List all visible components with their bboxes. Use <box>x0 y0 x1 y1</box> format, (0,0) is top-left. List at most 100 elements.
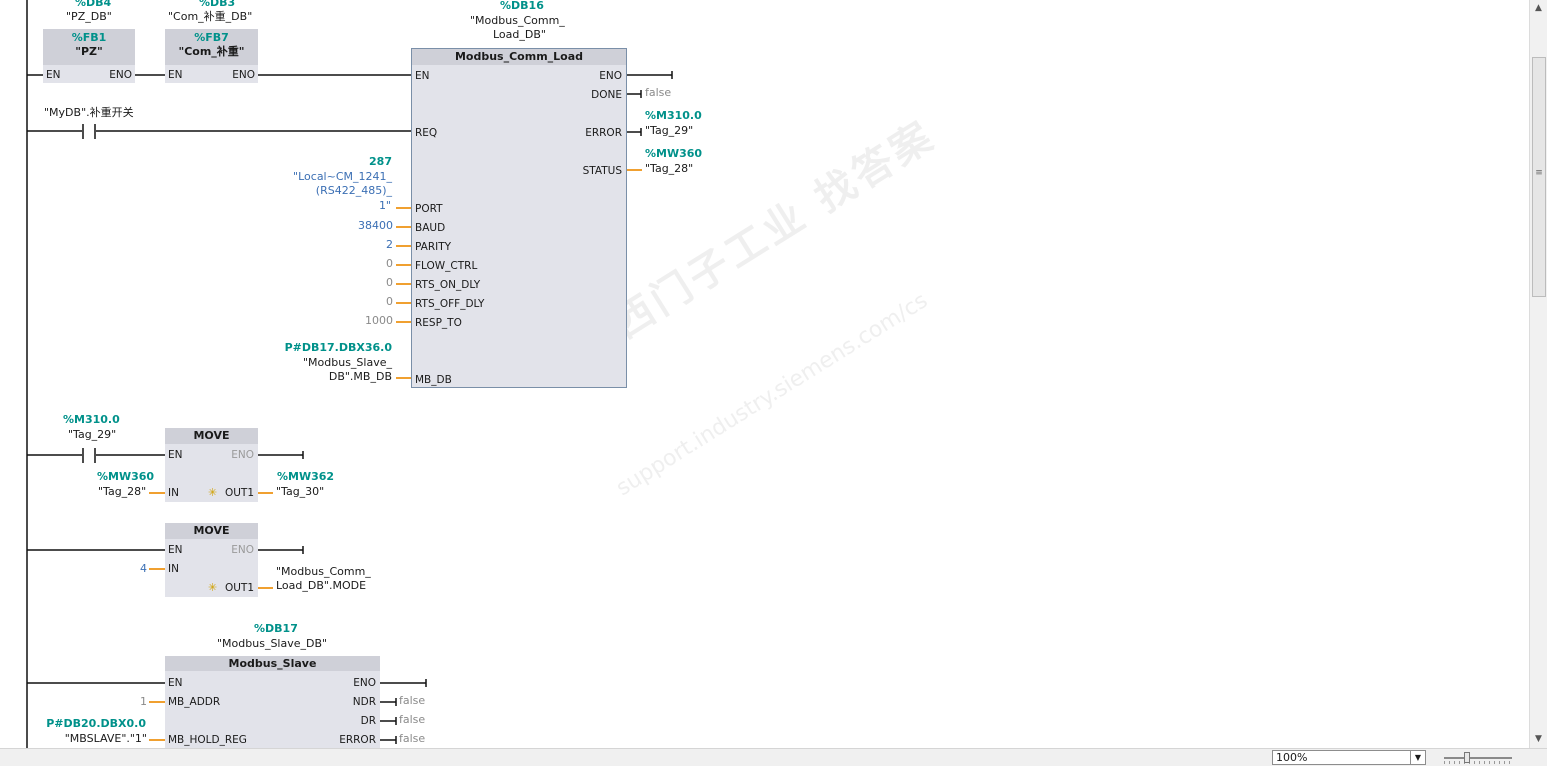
move-eno-pin: ENO <box>231 449 254 461</box>
move2-title: MOVE <box>165 523 258 539</box>
resp-to-value[interactable]: 1000 <box>365 314 393 327</box>
pin-mb-db: MB_DB <box>415 374 452 386</box>
pin-en: EN <box>415 70 430 82</box>
error-addr[interactable]: %M310.0 <box>645 109 702 122</box>
zoom-slider-handle[interactable] <box>1464 752 1470 763</box>
pin-rts-on-dly: RTS_ON_DLY <box>415 279 481 291</box>
scroll-down-icon[interactable]: ▼ <box>1530 731 1547 748</box>
fb1-block[interactable]: %FB1 "PZ" EN ENO <box>43 29 135 83</box>
scrollbar-thumb[interactable]: ≡ <box>1532 57 1546 297</box>
move2-in-value[interactable]: 4 <box>140 562 147 575</box>
slave-pin-mb-addr: MB_ADDR <box>168 696 221 708</box>
port-name-1[interactable]: "Local~CM_1241_ <box>293 170 392 183</box>
load-db-name-1: "Modbus_Comm_ <box>470 14 565 27</box>
slave-db-addr: %DB17 <box>254 622 298 635</box>
move-title: MOVE <box>165 428 258 444</box>
fb1-db-addr: %DB4 <box>75 0 112 9</box>
scroll-up-icon[interactable]: ▲ <box>1530 0 1547 17</box>
zoom-value: 100% <box>1276 751 1308 764</box>
ladder-diagram <box>26 0 673 748</box>
rts-on-value[interactable]: 0 <box>386 276 393 289</box>
fb1-name: "PZ" <box>75 45 103 58</box>
move2-en-pin: EN <box>168 544 183 556</box>
fb1-eno-pin: ENO <box>109 69 132 81</box>
mb-db-addr[interactable]: P#DB17.DBX36.0 <box>285 341 392 354</box>
port-value[interactable]: 287 <box>369 155 392 168</box>
fb7-en-pin: EN <box>168 69 183 81</box>
zoom-slider-track <box>1444 757 1512 759</box>
fb7-eno-pin: ENO <box>232 69 255 81</box>
zoom-slider-ticks <box>1444 761 1512 764</box>
pin-port: PORT <box>415 203 443 215</box>
fb7-db-addr: %DB3 <box>199 0 236 9</box>
move2-eno-pin: ENO <box>231 544 254 556</box>
mb-db-name-2[interactable]: DB".MB_DB <box>329 370 392 383</box>
fb7-addr: %FB7 <box>194 31 229 44</box>
pin-rts-off-dly: RTS_OFF_DLY <box>415 298 485 310</box>
move-in-tag[interactable]: "Tag_28" <box>98 485 146 498</box>
slave-db-name: "Modbus_Slave_DB" <box>217 637 328 650</box>
mb-db-name-1[interactable]: "Modbus_Slave_ <box>303 356 392 369</box>
move-en-pin: EN <box>168 449 183 461</box>
fb7-block[interactable]: %FB7 "Com_补重" EN ENO <box>165 29 258 83</box>
load-db-addr: %DB16 <box>500 0 544 12</box>
pin-baud: BAUD <box>415 222 446 234</box>
error-tag[interactable]: "Tag_29" <box>645 124 693 137</box>
zoom-select[interactable]: 100% ▼ <box>1272 750 1426 765</box>
slave-pin-dr: DR <box>360 715 376 727</box>
load-db-name-2: Load_DB" <box>493 28 546 41</box>
pin-eno: ENO <box>599 70 622 82</box>
status-addr[interactable]: %MW360 <box>645 147 702 160</box>
done-value: false <box>645 86 672 99</box>
modbus-slave-block[interactable]: Modbus_Slave EN MB_ADDR MB_HOLD_REG ENO … <box>165 656 380 748</box>
move-block-1[interactable]: MOVE EN ENO IN ✳ OUT1 <box>165 428 258 502</box>
move-in-addr[interactable]: %MW360 <box>97 470 154 483</box>
fb1-db-name: "PZ_DB" <box>66 10 112 23</box>
slave-pin-error: ERROR <box>339 734 376 746</box>
move-in-pin: IN <box>168 487 179 499</box>
slave-pin-mb-hold-reg: MB_HOLD_REG <box>168 734 247 746</box>
move-out-pin: OUT1 <box>224 487 254 499</box>
pin-error: ERROR <box>585 127 622 139</box>
slave-pin-ndr: NDR <box>352 696 376 708</box>
sparkle-icon: ✳ <box>208 581 218 594</box>
move-block-2[interactable]: MOVE EN ENO IN ✳ OUT1 <box>165 523 258 597</box>
grip-icon: ≡ <box>1535 168 1543 178</box>
modbus-comm-load-block[interactable]: Modbus_Comm_Load EN REQ PORT BAUD PARITY… <box>411 48 627 388</box>
sparkle-icon: ✳ <box>208 486 218 499</box>
pin-done: DONE <box>591 89 622 101</box>
move2-out-tag-2[interactable]: Load_DB".MODE <box>276 579 366 592</box>
slave-addr-value[interactable]: 1 <box>140 695 147 708</box>
pin-flow-ctrl: FLOW_CTRL <box>415 260 478 272</box>
chevron-down-icon[interactable]: ▼ <box>1410 751 1425 764</box>
slave-pin-en: EN <box>168 677 183 689</box>
slave-hold-addr[interactable]: P#DB20.DBX0.0 <box>46 717 146 730</box>
net2-contact-addr: %M310.0 <box>63 413 120 426</box>
port-name-3[interactable]: 1" <box>379 199 391 212</box>
move2-out-tag-1[interactable]: "Modbus_Comm_ <box>276 565 371 578</box>
slave-pin-eno: ENO <box>353 677 376 689</box>
fb7-db-name: "Com_补重_DB" <box>168 10 253 23</box>
parity-value[interactable]: 2 <box>386 238 393 251</box>
move-out-addr[interactable]: %MW362 <box>277 470 334 483</box>
pin-status: STATUS <box>582 165 622 177</box>
vertical-scrollbar[interactable]: ▲ ≡ ▼ <box>1529 0 1547 748</box>
move-out-tag[interactable]: "Tag_30" <box>276 485 324 498</box>
pin-parity: PARITY <box>415 241 452 253</box>
pin-req: REQ <box>415 127 438 139</box>
zoom-slider[interactable] <box>1444 751 1512 765</box>
status-tag[interactable]: "Tag_28" <box>645 162 693 175</box>
fb1-addr: %FB1 <box>71 31 107 44</box>
net2-contact-tag: "Tag_29" <box>68 428 117 441</box>
pin-resp-to: RESP_TO <box>415 317 462 329</box>
slave-error-value: false <box>399 732 426 745</box>
baud-value[interactable]: 38400 <box>358 219 393 232</box>
flow-ctrl-value[interactable]: 0 <box>386 257 393 270</box>
move2-in-pin: IN <box>168 563 179 575</box>
rts-off-value[interactable]: 0 <box>386 295 393 308</box>
fb1-en-pin: EN <box>46 69 61 81</box>
slave-hold-tag[interactable]: "MBSLAVE"."1" <box>65 732 147 745</box>
slave-title: Modbus_Slave <box>165 656 380 671</box>
port-name-2[interactable]: (RS422_485)_ <box>316 184 392 197</box>
status-bar: 100% ▼ <box>0 748 1547 766</box>
